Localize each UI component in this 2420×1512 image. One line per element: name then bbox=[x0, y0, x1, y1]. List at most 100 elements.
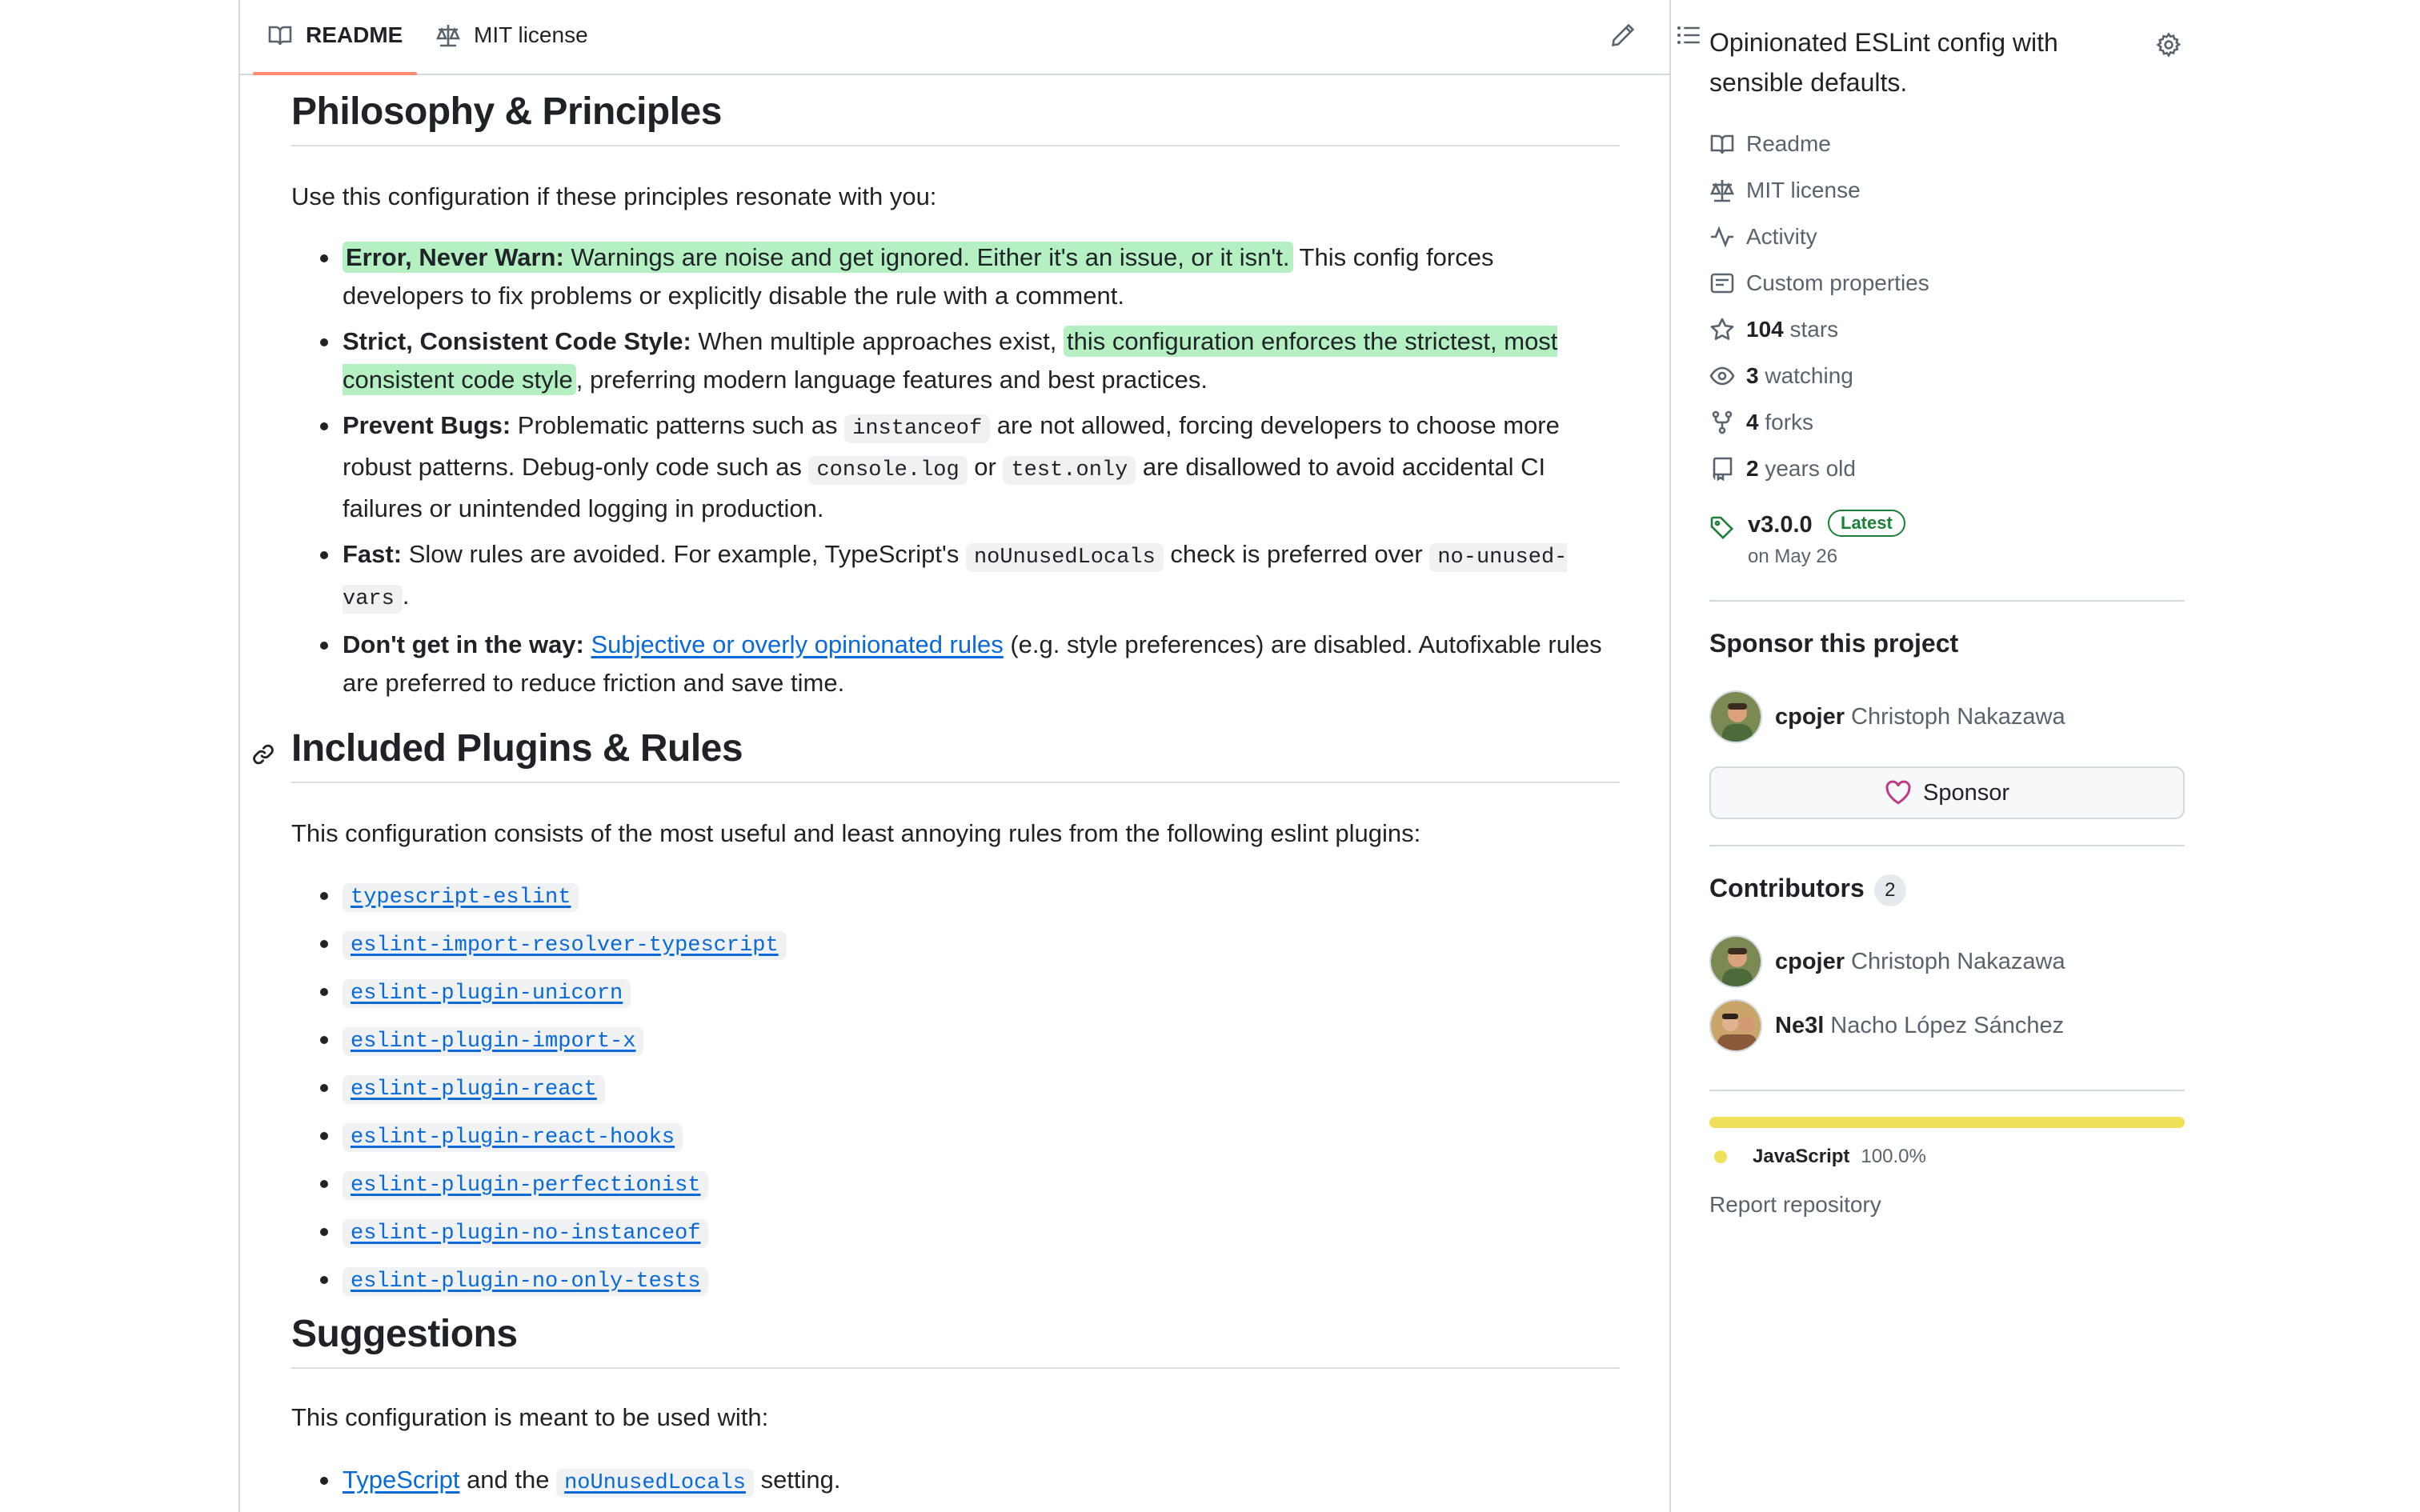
philosophy-list: Error, Never Warn: Warnings are noise an… bbox=[291, 238, 1620, 710]
contributors-heading[interactable]: Contributors 2 bbox=[1709, 874, 1906, 906]
sponsor-user[interactable]: cpojer Christoph Nakazawa bbox=[1709, 690, 2065, 744]
heading-plugins-text: Included Plugins & Rules bbox=[291, 727, 743, 770]
readme-link[interactable]: Readme bbox=[1709, 128, 1831, 160]
stars-link[interactable]: 104 stars bbox=[1709, 314, 1838, 346]
contributor-login: Ne3l bbox=[1775, 1012, 1825, 1038]
list-item: Strict, Consistent Code Style: When mult… bbox=[291, 322, 1620, 399]
plugin-code: eslint-plugin-import-x bbox=[343, 1027, 644, 1056]
age-count: 2 bbox=[1746, 456, 1759, 481]
sponsor-button[interactable]: Sponsor bbox=[1709, 766, 2185, 819]
list-unordered-icon bbox=[1677, 26, 1700, 44]
plugin-link[interactable]: eslint-plugin-perfectionist bbox=[343, 1168, 709, 1200]
tab-license-label: MIT license bbox=[474, 22, 588, 47]
page: README MIT license Philosophy & Principl… bbox=[0, 0, 2420, 1512]
plugin-code: eslint-plugin-react bbox=[343, 1075, 605, 1104]
contributor-item[interactable]: cpojer Christoph Nakazawa bbox=[1709, 934, 2065, 989]
watching-label: watching bbox=[1758, 363, 1853, 388]
watchers-link[interactable]: 3 watching bbox=[1709, 360, 1853, 392]
language-bar bbox=[1709, 1117, 2185, 1128]
tab-readme-label: README bbox=[306, 22, 403, 47]
heading-suggestions: Suggestions bbox=[291, 1312, 1620, 1369]
language-item[interactable]: JavaScript 100.0% bbox=[1709, 1142, 1926, 1171]
inline-code: noUnusedLocals bbox=[965, 543, 1164, 572]
repo-forked-icon bbox=[1712, 410, 1733, 434]
repo-icon bbox=[1713, 457, 1733, 482]
plugin-code: eslint-plugin-react-hooks bbox=[343, 1123, 683, 1152]
report-repository-link[interactable]: Report repository bbox=[1709, 1192, 1881, 1218]
custom-properties-link[interactable]: Custom properties bbox=[1709, 267, 1929, 299]
plugin-link[interactable]: eslint-plugin-no-instanceof bbox=[343, 1216, 709, 1248]
plugin-link[interactable]: eslint-plugin-unicorn bbox=[343, 976, 631, 1008]
custom-properties-label: Custom properties bbox=[1746, 270, 1929, 295]
plugin-list-item: eslint-plugin-react-hooks bbox=[291, 1117, 1620, 1155]
forks-count: 4 bbox=[1746, 410, 1759, 434]
book-icon bbox=[268, 26, 292, 46]
item-text: or bbox=[967, 453, 1004, 481]
tab-license[interactable]: MIT license bbox=[435, 0, 588, 74]
plugin-code: eslint-plugin-perfectionist bbox=[343, 1171, 709, 1200]
release-date: on May 26 bbox=[1748, 546, 1838, 567]
typescript-link[interactable]: TypeScript bbox=[343, 1466, 459, 1494]
note-icon bbox=[1710, 273, 1734, 294]
suggestions-intro: This configuration is meant to be used w… bbox=[291, 1403, 769, 1431]
sidebar-divider bbox=[1709, 600, 2185, 602]
inline-code: instanceof bbox=[844, 414, 991, 443]
contributor-login: cpojer bbox=[1775, 948, 1845, 974]
nounusedlocals-link[interactable]: noUnusedLocals bbox=[556, 1466, 754, 1498]
readme-panel: README MIT license Philosophy & Principl… bbox=[238, 0, 1700, 1512]
inline-code: console.log bbox=[808, 456, 968, 485]
plugin-code: eslint-import-resolver-typescript bbox=[343, 931, 787, 960]
item-title: Don't get in the way: bbox=[343, 630, 584, 658]
avatar bbox=[1709, 935, 1762, 988]
item-title: Strict, Consistent Code Style: bbox=[343, 327, 691, 355]
item-text: Problematic patterns such as bbox=[511, 411, 845, 439]
stars-text: 104 stars bbox=[1746, 317, 1838, 342]
edit-file-button[interactable] bbox=[1605, 18, 1641, 53]
plugin-link[interactable]: eslint-plugin-react bbox=[343, 1072, 605, 1104]
gear-icon[interactable] bbox=[2156, 32, 2182, 58]
item-title: Fast: bbox=[343, 540, 403, 568]
forks-link[interactable]: 4 forks bbox=[1709, 406, 1813, 438]
contributor-name: Christoph Nakazawa bbox=[1851, 948, 2065, 974]
plugin-link[interactable]: eslint-plugin-import-x bbox=[343, 1024, 644, 1056]
subjective-rules-link[interactable]: Subjective or overly opinionated rules bbox=[591, 630, 1004, 658]
contributors-heading-text: Contributors bbox=[1709, 874, 1865, 902]
tab-readme[interactable]: README bbox=[252, 0, 418, 75]
suggestions-list: TypeScript and the noUnusedLocals settin… bbox=[291, 1461, 1620, 1510]
item-text: check is preferred over bbox=[1163, 540, 1430, 568]
heading-philosophy: Philosophy & Principles bbox=[291, 90, 1620, 146]
heading-plugins: Included Plugins & Rules bbox=[253, 726, 1620, 783]
plugin-link[interactable]: eslint-plugin-no-only-tests bbox=[343, 1264, 709, 1296]
activity-link[interactable]: Activity bbox=[1709, 221, 1817, 253]
forks-text: 4 forks bbox=[1746, 410, 1813, 435]
language-percent: 100.0% bbox=[1861, 1146, 1926, 1167]
tag-icon bbox=[1710, 516, 1734, 540]
language-color-dot bbox=[1714, 1150, 1727, 1163]
plugins-intro: This configuration consists of the most … bbox=[291, 819, 1421, 847]
plugin-link[interactable]: typescript-eslint bbox=[343, 880, 579, 912]
sponsor-heading: Sponsor this project bbox=[1709, 629, 1959, 658]
contributor-name: Nacho López Sánchez bbox=[1830, 1012, 2065, 1038]
plugins-list: typescript-eslint eslint-import-resolver-… bbox=[291, 877, 1620, 1309]
link-icon[interactable] bbox=[251, 742, 275, 766]
plugin-code: typescript-eslint bbox=[343, 883, 579, 912]
heart-icon bbox=[1885, 780, 1911, 805]
pencil-icon bbox=[1612, 23, 1635, 46]
plugin-code: eslint-plugin-no-only-tests bbox=[343, 1267, 709, 1296]
stars-count: 104 bbox=[1746, 317, 1784, 342]
highlight: Error, Never Warn: Warnings are noise an… bbox=[343, 242, 1293, 273]
sponsor-login: cpojer bbox=[1775, 703, 1845, 730]
plugin-link[interactable]: eslint-import-resolver-typescript bbox=[343, 928, 787, 960]
item-text: and the bbox=[459, 1466, 557, 1494]
sidebar-divider bbox=[1709, 1090, 2185, 1091]
plugin-link[interactable]: eslint-plugin-react-hooks bbox=[343, 1120, 683, 1152]
plugin-list-item: eslint-plugin-unicorn bbox=[291, 973, 1620, 1011]
watching-count: 3 bbox=[1746, 363, 1759, 388]
outline-button[interactable] bbox=[1671, 18, 1706, 53]
contributor-item[interactable]: Ne3l Nacho López Sánchez bbox=[1709, 998, 2064, 1053]
license-link[interactable]: MIT license bbox=[1709, 174, 1861, 206]
item-title: Error, Never Warn: bbox=[346, 243, 564, 271]
release-version[interactable]: v3.0.0 bbox=[1748, 512, 1813, 538]
contributors-count: 2 bbox=[1873, 874, 1906, 906]
pulse-icon bbox=[1711, 226, 1733, 248]
